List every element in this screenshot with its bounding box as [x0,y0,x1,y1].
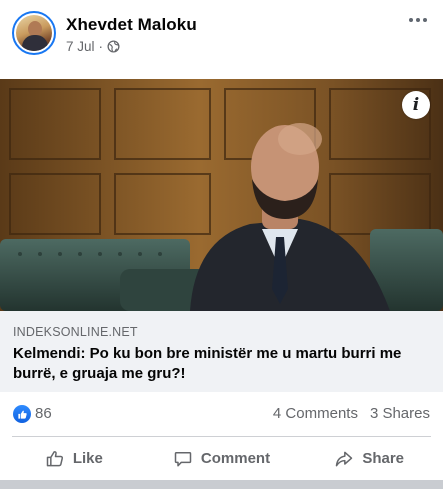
more-dot [409,18,413,22]
link-headline[interactable]: Kelmendi: Po ku bon bre ministër me u ma… [13,344,430,384]
article-photo [0,79,443,311]
info-icon[interactable]: i [402,91,430,119]
link-caption[interactable]: INDEKSONLINE.NET Kelmendi: Po ku bon bre… [0,311,443,392]
comment-icon [174,451,192,466]
meta-separator: · [98,39,104,54]
comment-label: Comment [200,450,271,467]
post-date[interactable]: 7 Jul [66,39,95,54]
more-dot [423,18,427,22]
action-bar: Like Comment Share [0,437,443,480]
post-header: Xhevdet Maloku 7 Jul · [0,0,443,78]
post-stats: 86 4 Comments 3 Shares [0,392,443,435]
comment-button[interactable]: Comment [148,437,296,480]
feed-post: Xhevdet Maloku 7 Jul · i INDEKSONLINE.NE… [0,0,443,480]
globe-icon[interactable] [107,40,120,53]
thumbs-up-icon [46,450,63,466]
shares-count[interactable]: 3 Shares [370,405,430,422]
comments-count[interactable]: 4 Comments [273,405,358,422]
like-button[interactable]: Like [0,437,148,480]
author-name[interactable]: Xhevdet Maloku [66,15,197,35]
feed-separator [0,480,443,489]
avatar-photo [16,15,52,51]
share-button[interactable]: Share [295,437,443,480]
post-meta: 7 Jul · [66,39,120,54]
more-dot [416,18,420,22]
share-icon [336,451,353,466]
author-avatar[interactable] [12,11,56,55]
link-preview-image[interactable]: i [0,79,443,311]
share-label: Share [362,450,405,467]
like-label: Like [72,450,103,467]
more-options-icon[interactable] [407,10,429,30]
like-reaction-icon[interactable] [13,405,31,423]
reaction-count[interactable]: 86 [35,405,52,422]
avatar-body-shape [22,35,48,51]
engagement-counts: 4 Comments 3 Shares [273,405,430,422]
link-domain: INDEKSONLINE.NET [13,325,138,339]
